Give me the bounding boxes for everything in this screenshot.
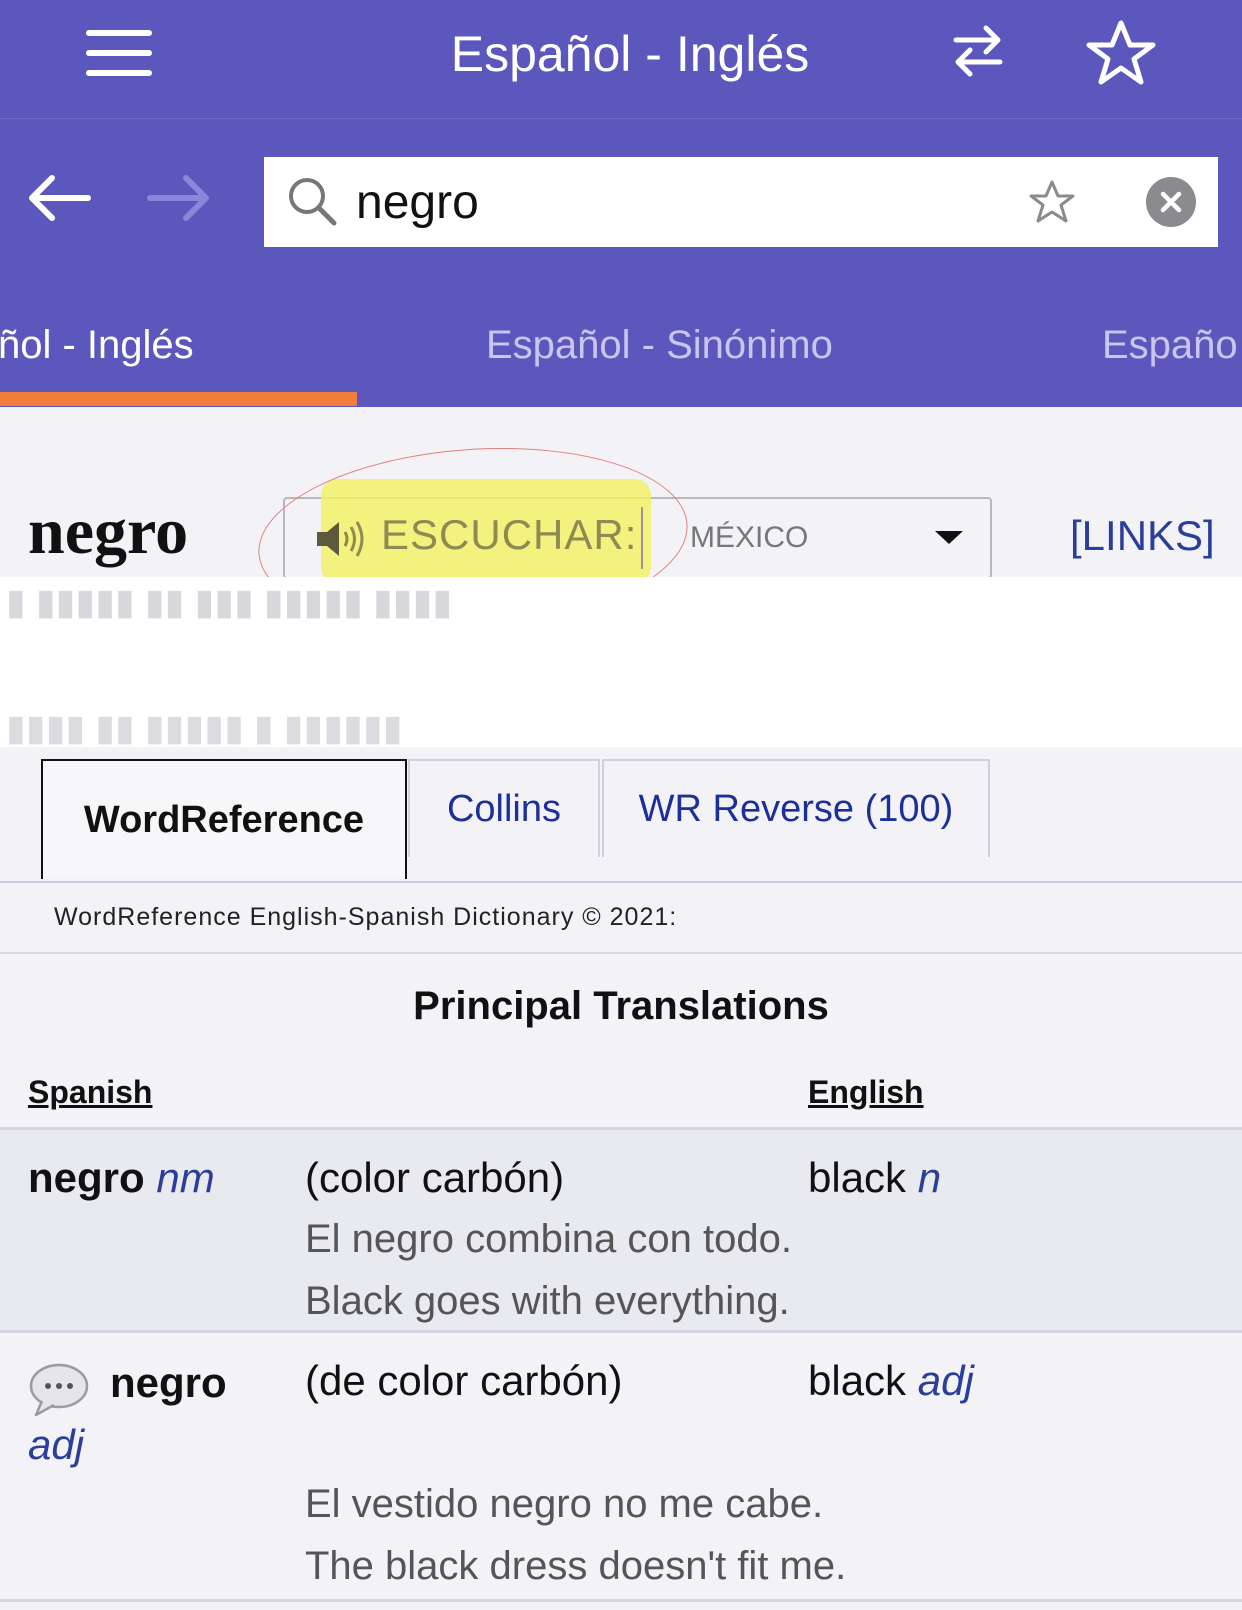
english-pos[interactable]: adj xyxy=(918,1357,974,1404)
english-pos[interactable]: n xyxy=(918,1154,941,1201)
redacted-area: ▮ ▮▮▮▮▮ ▮▮ ▮▮▮ ▮▮▮▮▮ ▮▮▮▮ ▮▮▮▮ ▮▮ ▮▮▮▮▮ … xyxy=(0,577,1242,748)
close-icon xyxy=(1160,191,1182,213)
tab-wordreference[interactable]: WordReference xyxy=(41,759,407,879)
example-english: The black dress doesn't fit me. xyxy=(305,1544,847,1588)
column-header-english: English xyxy=(808,1074,924,1110)
column-header-spanish: Spanish xyxy=(28,1074,153,1110)
tab-wr-reverse[interactable]: WR Reverse (100) xyxy=(602,759,990,857)
divider xyxy=(0,1330,1242,1333)
term-pos[interactable]: nm xyxy=(156,1154,214,1201)
menu-icon[interactable] xyxy=(86,30,152,76)
section-title: Principal Translations xyxy=(413,984,829,1028)
caret-down-icon[interactable] xyxy=(935,531,963,544)
swap-icon[interactable] xyxy=(950,18,1006,82)
search-icon xyxy=(289,178,337,226)
star-icon[interactable] xyxy=(1086,18,1156,88)
dictionary-credit: WordReference English-Spanish Dictionary… xyxy=(54,903,678,931)
links-link[interactable]: [LINKS] xyxy=(1070,512,1215,560)
tab-espanol-other[interactable]: Españo xyxy=(1102,323,1238,368)
english-word: black xyxy=(808,1357,907,1404)
row-term[interactable]: negro nm xyxy=(28,1154,215,1202)
back-arrow-icon[interactable] xyxy=(24,173,94,223)
search-input[interactable] xyxy=(356,167,976,237)
term-word: negro xyxy=(28,1154,145,1201)
row-english: black adj xyxy=(808,1357,974,1405)
example-spanish: El vestido negro no me cabe. xyxy=(305,1482,824,1526)
english-word: black xyxy=(808,1154,907,1201)
redacted-text-line: ▮▮▮▮ ▮▮ ▮▮▮▮▮ ▮ ▮▮▮▮▮▮ xyxy=(6,707,403,748)
tab-collins[interactable]: Collins xyxy=(408,759,600,857)
top-bar: Español - Inglés xyxy=(0,0,1242,119)
search-box xyxy=(264,157,1218,247)
row-sense: (de color carbón) xyxy=(305,1357,623,1404)
content-area: negro ESCUCHAR: MÉXICO [LINKS] ▮ ▮▮▮▮▮ ▮… xyxy=(0,409,1242,1610)
source-tabs: WordReference Collins WR Reverse (100) xyxy=(0,759,1242,883)
row-term-pos[interactable]: adj xyxy=(28,1421,84,1469)
search-bar-row xyxy=(0,119,1242,299)
language-tabs: ñol - Inglés Español - Sinónimo Españo xyxy=(0,299,1242,407)
row-term-word[interactable]: negro xyxy=(110,1359,227,1407)
row-english: black n xyxy=(808,1154,941,1202)
active-tab-indicator xyxy=(0,392,357,406)
divider xyxy=(0,1599,1242,1602)
forward-arrow-icon[interactable] xyxy=(144,173,214,223)
region-select[interactable]: MÉXICO xyxy=(690,521,808,555)
headword: negro xyxy=(28,495,189,568)
example-spanish: El negro combina con todo. xyxy=(305,1217,792,1261)
page-title: Español - Inglés xyxy=(450,26,810,82)
favorite-star-icon[interactable] xyxy=(1029,179,1075,225)
row-sense: (color carbón) xyxy=(305,1154,565,1201)
tab-espanol-sinonimo[interactable]: Español - Sinónimo xyxy=(486,323,833,368)
divider xyxy=(0,952,1242,954)
speech-bubble-icon[interactable] xyxy=(28,1361,90,1419)
clear-icon[interactable] xyxy=(1146,177,1196,227)
redacted-text-line: ▮ ▮▮▮▮▮ ▮▮ ▮▮▮ ▮▮▮▮▮ ▮▮▮▮ xyxy=(6,581,453,622)
example-english: Black goes with everything. xyxy=(305,1279,790,1323)
tab-espanol-ingles[interactable]: ñol - Inglés xyxy=(0,323,194,368)
